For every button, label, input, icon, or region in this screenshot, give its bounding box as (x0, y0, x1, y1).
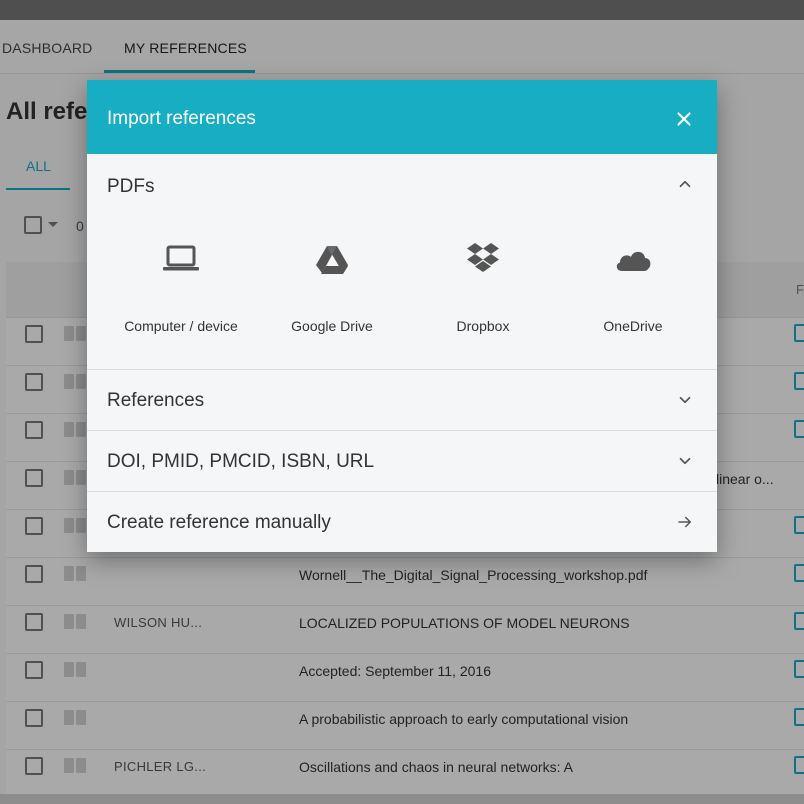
source-computer-button[interactable]: Computer / device (106, 240, 256, 340)
references-section[interactable]: References (87, 370, 717, 431)
source-label: Dropbox (456, 318, 510, 334)
onedrive-icon (616, 251, 651, 271)
dialog-title: Import references (107, 108, 256, 129)
import-references-dialog: Import references PDFs Computer / device (87, 80, 717, 552)
identifiers-section-label: DOI, PMID, PMCID, ISBN, URL (107, 451, 375, 472)
references-section-label: References (107, 390, 205, 411)
arrow-right-icon (678, 516, 691, 528)
source-label: Computer / device (124, 318, 238, 334)
chevron-down-icon (679, 457, 691, 465)
chevron-down-icon (679, 396, 691, 404)
dropbox-icon (467, 243, 499, 272)
source-label: Google Drive (291, 318, 373, 334)
pdfs-section-label[interactable]: PDFs (107, 176, 155, 198)
create-reference-manually-button[interactable]: Create reference manually (87, 492, 717, 552)
create-manually-label: Create reference manually (107, 512, 331, 533)
source-dropbox-button[interactable]: Dropbox (408, 240, 558, 340)
identifiers-section[interactable]: DOI, PMID, PMCID, ISBN, URL (87, 431, 717, 492)
google-drive-icon (316, 246, 348, 274)
source-onedrive-button[interactable]: OneDrive (558, 240, 708, 340)
source-google-drive-button[interactable]: Google Drive (257, 240, 407, 340)
close-icon[interactable] (673, 108, 695, 130)
dialog-header: Import references (87, 80, 717, 154)
source-label: OneDrive (603, 318, 663, 334)
pdfs-section: PDFs Computer / device Google Drive Drop… (87, 154, 717, 370)
laptop-icon (163, 245, 199, 271)
chevron-up-icon[interactable] (676, 175, 694, 193)
